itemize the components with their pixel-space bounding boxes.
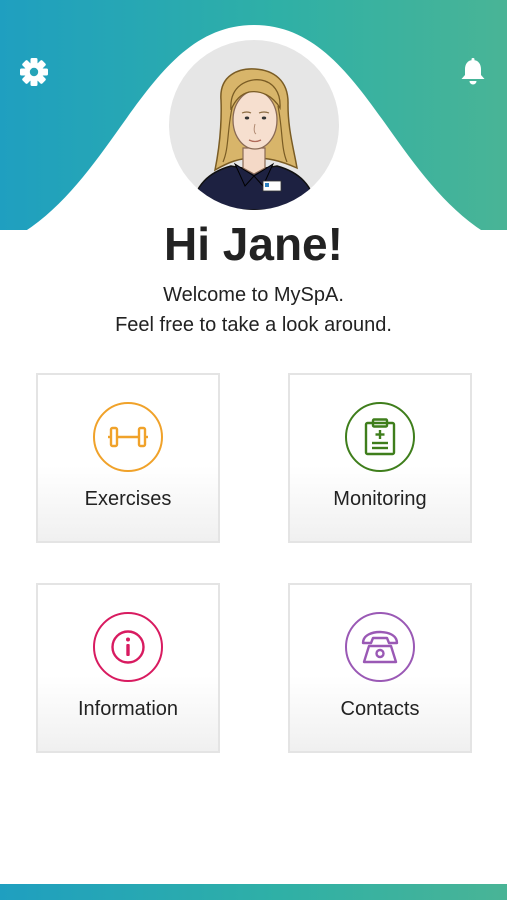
information-icon-circle <box>93 612 163 682</box>
exercises-icon-circle <box>93 402 163 472</box>
telephone-icon <box>361 630 399 664</box>
monitoring-tile[interactable]: Monitoring <box>288 373 472 543</box>
contacts-label: Contacts <box>340 698 420 720</box>
welcome-message: Welcome to MySpA. Feel free to take a lo… <box>0 280 507 340</box>
dumbbell-icon <box>108 426 148 448</box>
exercises-tile[interactable]: Exercises <box>36 373 220 543</box>
monitoring-icon-circle <box>345 402 415 472</box>
bell-icon <box>461 58 485 85</box>
avatar <box>169 40 339 210</box>
greeting-title: Hi Jane! <box>164 218 343 270</box>
welcome-line-2: Feel free to take a look around. <box>115 314 392 336</box>
information-tile[interactable]: Information <box>36 583 220 753</box>
gear-icon <box>20 58 48 86</box>
information-label: Information <box>77 698 179 720</box>
info-icon <box>111 630 145 664</box>
bottom-bar <box>0 884 507 900</box>
exercises-label: Exercises <box>84 488 172 510</box>
monitoring-label: Monitoring <box>333 488 427 510</box>
settings-button[interactable] <box>16 54 52 90</box>
notifications-button[interactable] <box>455 54 491 90</box>
welcome-line-1: Welcome to MySpA. <box>163 284 344 306</box>
user-avatar-illustration <box>190 68 318 210</box>
clipboard-icon <box>364 418 396 456</box>
contacts-icon-circle <box>345 612 415 682</box>
contacts-tile[interactable]: Contacts <box>288 583 472 753</box>
